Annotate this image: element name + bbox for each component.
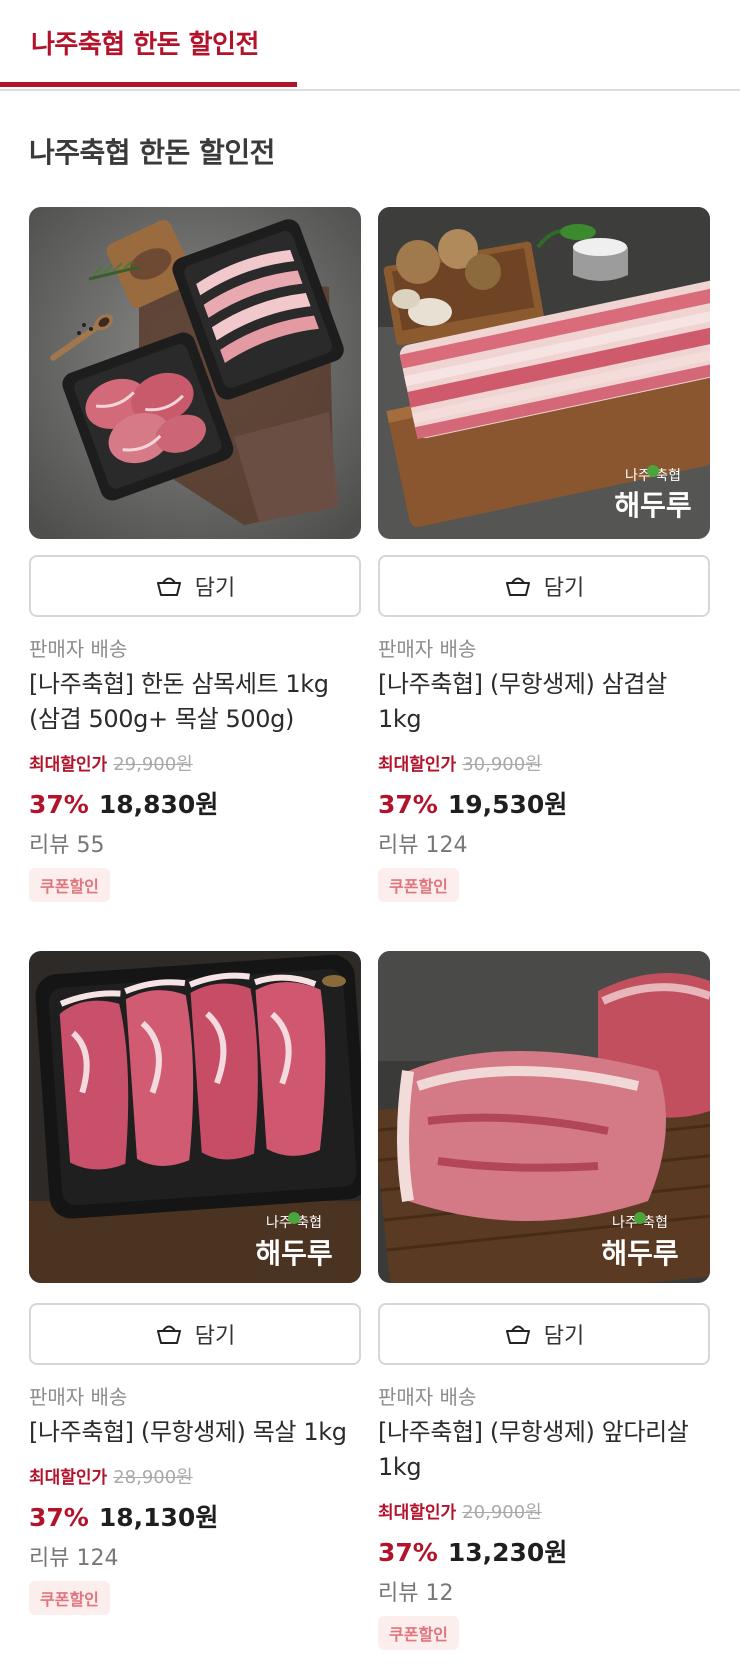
product-name[interactable]: [나주축협] (무항생제) 앞다리살 1kg — [378, 1415, 713, 1485]
cart-button-label: 담기 — [194, 1324, 236, 1349]
max-discount-row: 최대할인가 29,900원 — [29, 750, 193, 776]
coupon-badge: 쿠폰할인 — [378, 1616, 459, 1650]
product-image[interactable]: 나주 축협 해두루 — [378, 951, 710, 1283]
max-discount-row: 최대할인가 20,900원 — [378, 1498, 542, 1524]
max-discount-row: 최대할인가 30,900원 — [378, 750, 542, 776]
price-row: 37% 18,830원 — [29, 785, 218, 821]
coupon-badge: 쿠폰할인 — [29, 1581, 110, 1615]
sale-price: 18,830원 — [98, 790, 219, 819]
discount-percent: 37% — [378, 790, 438, 819]
add-to-cart-button[interactable]: 담기 — [29, 1303, 361, 1365]
max-discount-label: 최대할인가 — [29, 755, 108, 775]
review-count[interactable]: 리뷰 124 — [29, 1540, 118, 1572]
haeduru-brand-logo: 나주 축협 해두루 — [614, 465, 692, 522]
product-image[interactable]: 나주 축협 해두루 — [378, 207, 710, 539]
sale-price: 19,530원 — [447, 790, 568, 819]
product-name[interactable]: [나주축협] (무항생제) 목살 1kg — [29, 1415, 364, 1450]
shopping-basket-icon — [505, 1325, 530, 1344]
add-to-cart-button[interactable]: 담기 — [29, 555, 361, 617]
product-card[interactable]: 담기 판매자 배송 [나주축협] 한돈 삼목세트 1kg (삼겹 500g+ 목… — [29, 207, 361, 907]
review-count[interactable]: 리뷰 55 — [29, 827, 104, 859]
cart-button-label: 담기 — [194, 576, 236, 601]
cart-button-label: 담기 — [543, 1324, 585, 1349]
original-price: 28,900원 — [113, 1467, 193, 1488]
sale-price: 13,230원 — [447, 1538, 568, 1567]
svg-text:해두루: 해두루 — [601, 1237, 678, 1270]
max-discount-row: 최대할인가 28,900원 — [29, 1463, 193, 1489]
cart-button-label: 담기 — [543, 576, 585, 601]
sale-price: 18,130원 — [98, 1503, 219, 1532]
product-card[interactable]: 나주 축협 해두루 담기 판매자 배송 [나주축협] (무항생제) 목살 1kg… — [29, 951, 361, 1651]
coupon-badge: 쿠폰할인 — [378, 868, 459, 902]
tab-bar: 나주축협 한돈 할인전 — [0, 0, 740, 91]
original-price: 29,900원 — [113, 754, 193, 775]
product-card[interactable]: 나주 축협 해두루 담기 판매자 배송 [나주축협] (무항생제) 앞다리살 1… — [378, 951, 710, 1666]
original-price: 20,900원 — [462, 1502, 542, 1523]
section-title: 나주축협 한돈 할인전 — [29, 136, 275, 169]
discount-percent: 37% — [29, 1503, 89, 1532]
max-discount-label: 최대할인가 — [29, 1468, 108, 1488]
price-row: 37% 13,230원 — [378, 1533, 567, 1569]
price-row: 37% 18,130원 — [29, 1498, 218, 1534]
max-discount-label: 최대할인가 — [378, 755, 457, 775]
original-price: 30,900원 — [462, 754, 542, 775]
coupon-badge: 쿠폰할인 — [29, 868, 110, 902]
svg-text:해두루: 해두루 — [614, 489, 691, 522]
tab-hanwoo-sale[interactable]: 나주축협 한돈 할인전 — [0, 0, 297, 91]
seller-shipping-label: 판매자 배송 — [29, 637, 128, 661]
shopping-basket-icon — [505, 577, 530, 596]
discount-percent: 37% — [378, 1538, 438, 1567]
haeduru-brand-logo: 나주 축협 해두루 — [601, 1212, 679, 1270]
svg-text:해두루: 해두루 — [255, 1237, 332, 1270]
seller-shipping-label: 판매자 배송 — [378, 637, 477, 661]
tab-label: 나주축협 한돈 할인전 — [31, 30, 259, 60]
discount-percent: 37% — [29, 790, 89, 819]
product-card[interactable]: 나주 축협 해두루 담기 판매자 배송 [나주축협] (무항생제) 삼겹살 1k… — [378, 207, 710, 907]
review-count[interactable]: 리뷰 124 — [378, 827, 467, 859]
shopping-basket-icon — [156, 1325, 181, 1344]
shopping-basket-icon — [156, 577, 181, 596]
review-count[interactable]: 리뷰 12 — [378, 1575, 453, 1607]
add-to-cart-button[interactable]: 담기 — [378, 555, 710, 617]
seller-shipping-label: 판매자 배송 — [29, 1385, 128, 1409]
seller-shipping-label: 판매자 배송 — [378, 1385, 477, 1409]
product-image[interactable] — [29, 207, 361, 539]
max-discount-label: 최대할인가 — [378, 1503, 457, 1523]
product-image[interactable]: 나주 축협 해두루 — [29, 951, 361, 1283]
price-row: 37% 19,530원 — [378, 785, 567, 821]
product-name[interactable]: [나주축협] 한돈 삼목세트 1kg (삼겹 500g+ 목살 500g) — [29, 667, 364, 737]
active-tab-indicator — [0, 82, 297, 87]
add-to-cart-button[interactable]: 담기 — [378, 1303, 710, 1365]
product-name[interactable]: [나주축협] (무항생제) 삼겹살 1kg — [378, 667, 713, 737]
haeduru-brand-logo: 나주 축협 해두루 — [255, 1212, 333, 1270]
